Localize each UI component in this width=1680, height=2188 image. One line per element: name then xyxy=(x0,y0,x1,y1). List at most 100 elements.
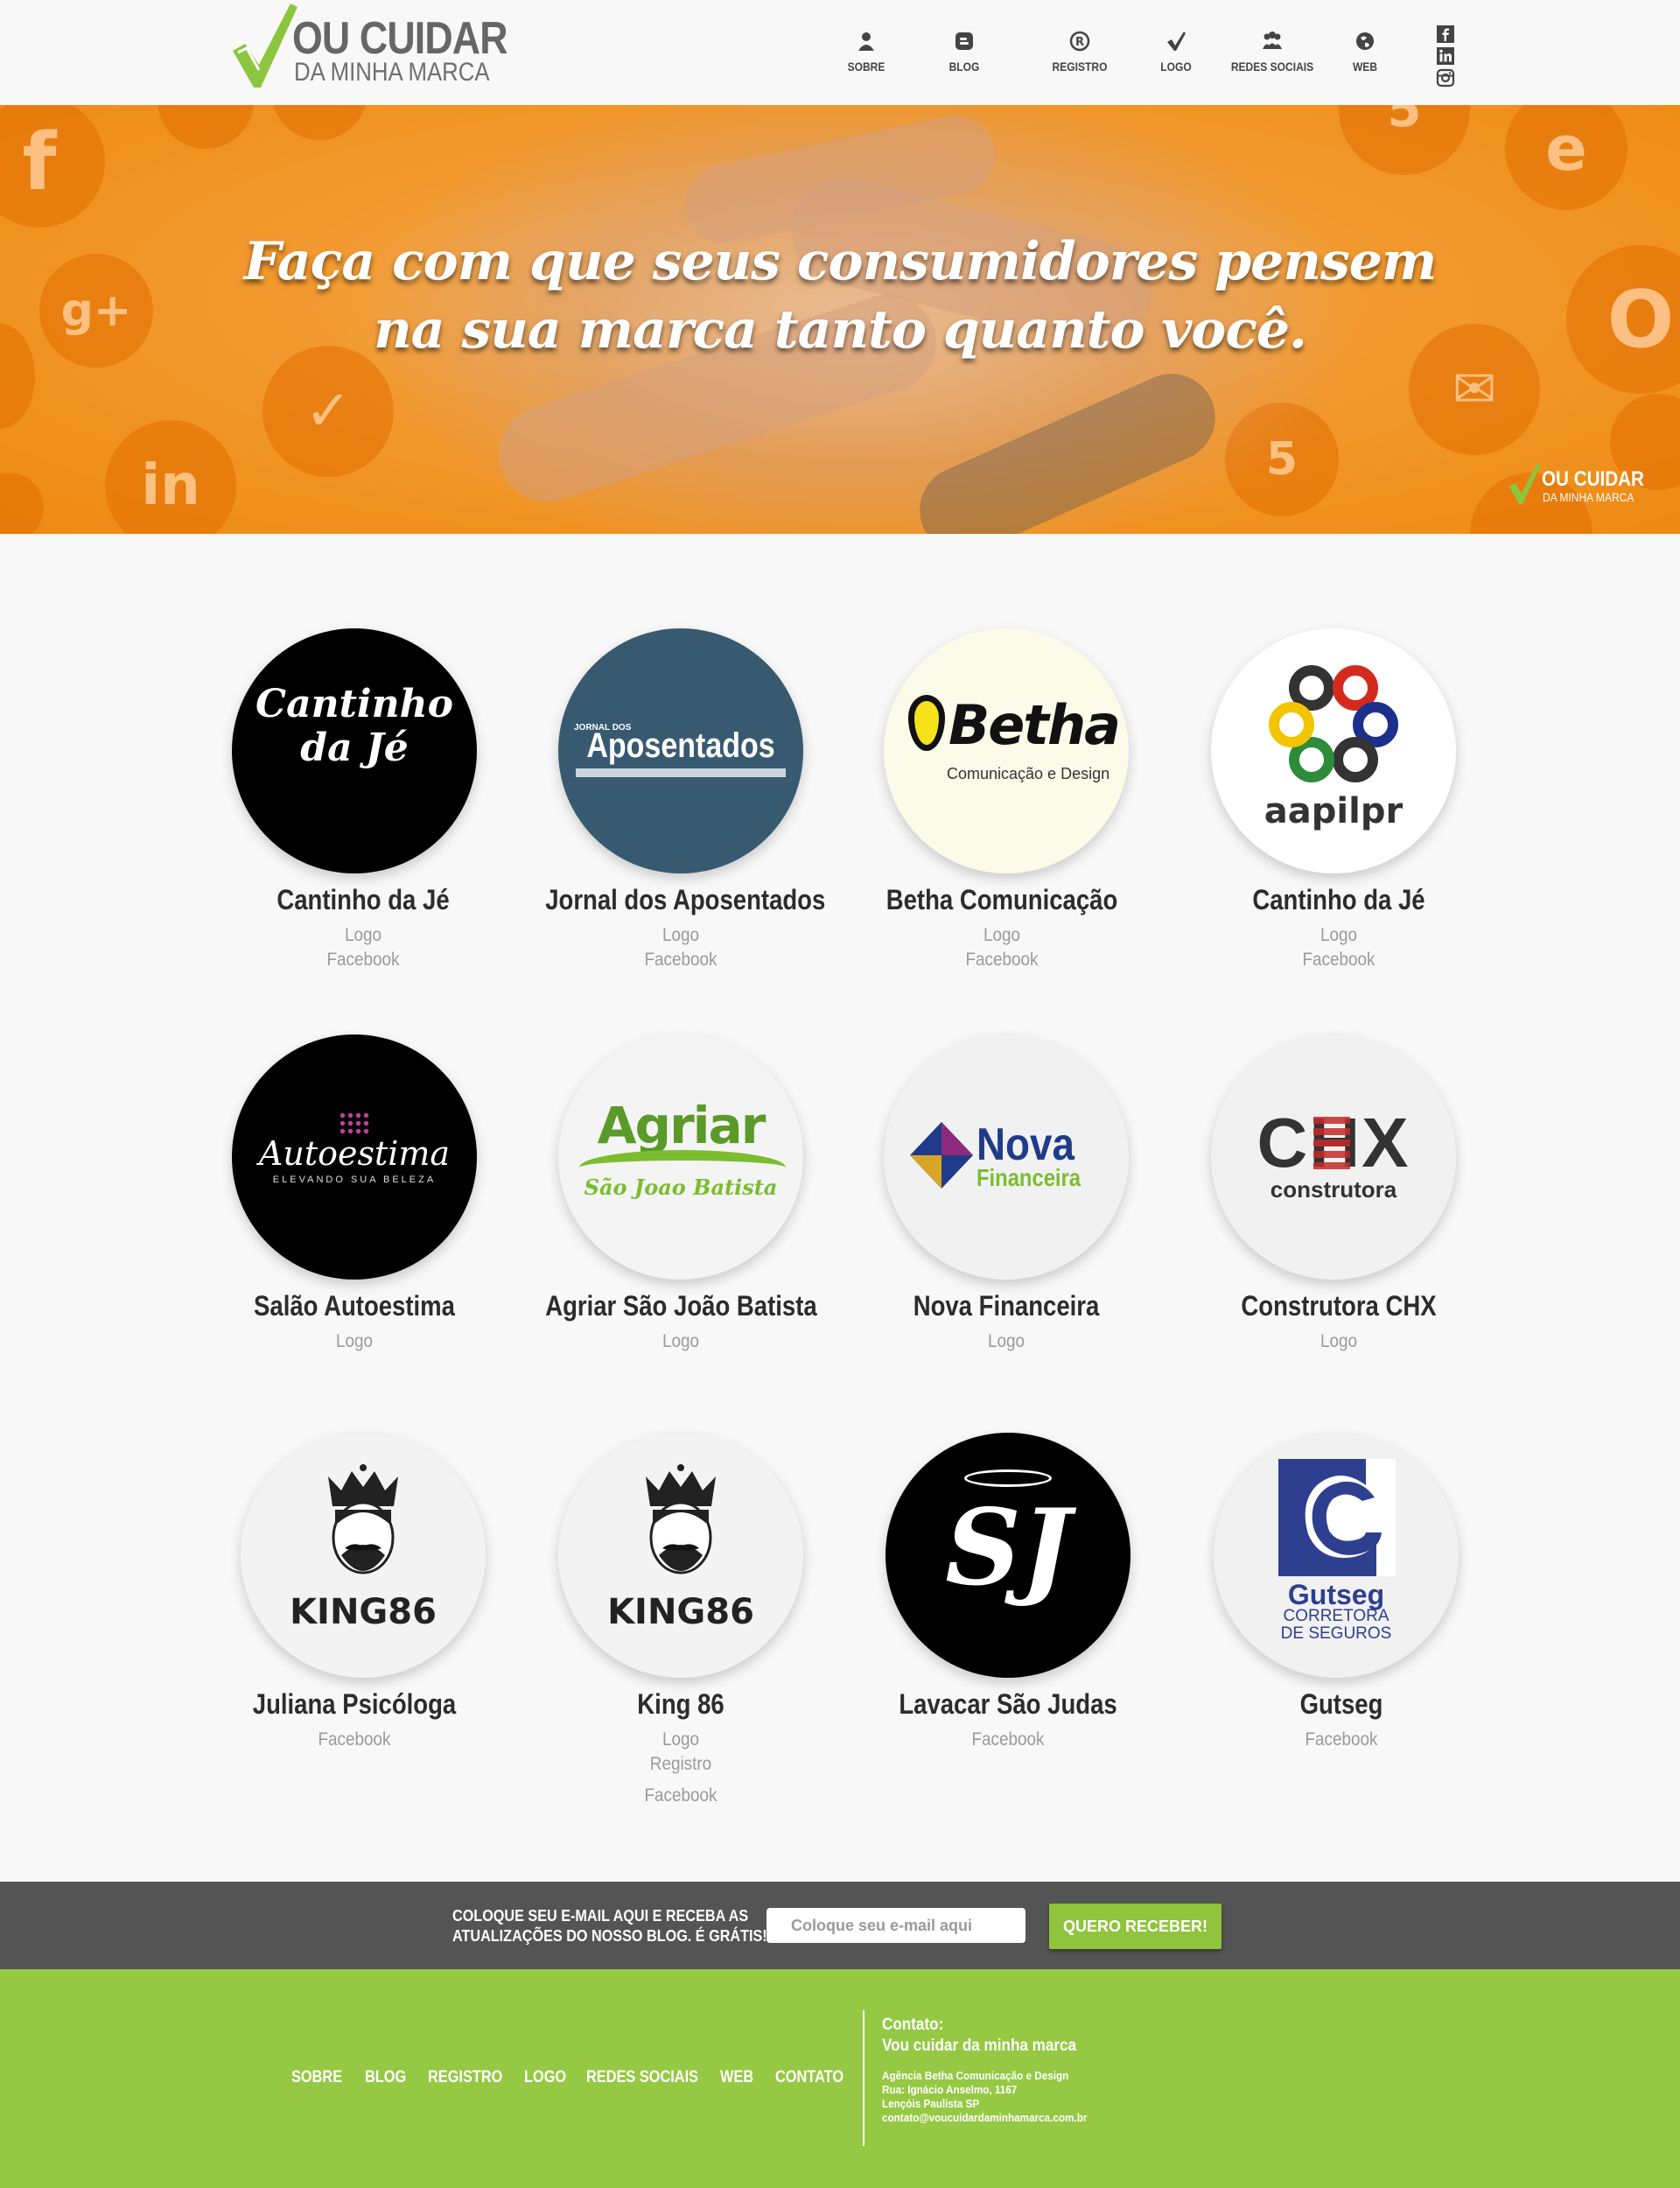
footer-link-blog[interactable]: BLOG xyxy=(365,2068,406,2087)
site-logo[interactable]: OU CUIDAR DA MINHA MARCA xyxy=(229,0,508,91)
logo-wordmark: Cantinho da Jé xyxy=(256,682,453,770)
card-link-facebook[interactable]: Facebook xyxy=(1200,1729,1483,1750)
blogger-icon xyxy=(956,32,973,50)
hero-headline-line2: na sua marca tanto quanto você. xyxy=(374,299,1307,361)
bubble-icon xyxy=(158,105,254,149)
logo-subtitle: São Joao Batista xyxy=(584,1175,778,1200)
logo-bar xyxy=(576,768,786,777)
card-title: Juliana Psicóloga xyxy=(252,1688,457,1720)
card-link-facebook[interactable]: Facebook xyxy=(539,950,822,971)
client-logo-sj[interactable]: SJ xyxy=(886,1433,1130,1678)
nav-label: WEB xyxy=(1352,60,1378,74)
nav-web[interactable]: WEB xyxy=(1339,30,1391,82)
king-icon xyxy=(646,1464,716,1574)
halo-icon xyxy=(964,1469,1052,1487)
linkedin-icon: in xyxy=(105,420,236,534)
card-link-facebook[interactable]: Facebook xyxy=(866,1729,1150,1750)
logo-subtitle: ELEVANDO SUA BELEZA xyxy=(272,1175,437,1185)
logo-wordmark: KING86 xyxy=(607,1592,754,1632)
pin-icon xyxy=(908,695,945,751)
card-title: Jornal dos Aposentados xyxy=(545,884,826,915)
card-link-logo[interactable]: Logo xyxy=(213,1331,496,1352)
logo-wordmark: Autoestima xyxy=(258,1134,451,1173)
hero-watermark-logo: OU CUIDAR DA MINHA MARCA xyxy=(1507,462,1647,506)
flower-icon xyxy=(1269,665,1398,782)
nav-sobre[interactable]: SOBRE xyxy=(831,30,901,82)
hero-headline-line1: Faça com que seus consumidores pensem xyxy=(243,231,1438,292)
logo-wordmark: Aposentados xyxy=(586,726,775,765)
footer-link-redes-sociais[interactable]: REDES SOCIAIS xyxy=(586,2068,698,2087)
card-title: Cantinho da Jé xyxy=(276,884,450,915)
contact-heading: Contato: xyxy=(882,2016,944,2034)
facebook-icon[interactable] xyxy=(1436,25,1455,44)
client-logo-autoestima[interactable]: Autoestima ELEVANDO SUA BELEZA xyxy=(232,1034,477,1280)
footer-link-registro[interactable]: REGISTRO xyxy=(428,2068,502,2087)
client-logo-agriar[interactable]: Agriar São Joao Batista xyxy=(558,1034,803,1280)
nav-logo[interactable]: LOGO xyxy=(1150,30,1202,82)
facebook-icon: f xyxy=(0,105,105,228)
card-link-logo[interactable]: Logo xyxy=(221,925,505,946)
card-link-logo[interactable]: Logo xyxy=(1197,1331,1480,1352)
globe-icon xyxy=(1356,32,1374,50)
bubble-icon xyxy=(271,105,368,140)
card-link-facebook[interactable]: Facebook xyxy=(539,1785,822,1806)
card-link-logo[interactable]: Logo xyxy=(1197,925,1480,946)
logo-wordmark: Gutseg xyxy=(1287,1579,1385,1610)
people-icon xyxy=(1263,32,1282,49)
newsletter-text-line1: COLOQUE SEU E-MAIL AQUI E RECEBA AS xyxy=(452,1907,749,1925)
card-link-logo[interactable]: Logo xyxy=(539,1331,822,1352)
card-link-logo[interactable]: Logo xyxy=(860,925,1144,946)
newsletter-submit-button[interactable]: QUERO RECEBER! xyxy=(1049,1904,1222,1949)
footer-link-sobre[interactable]: SOBRE xyxy=(291,2068,342,2087)
logo-text-line2: DA MINHA MARCA xyxy=(294,58,490,87)
newsletter-email-input[interactable] xyxy=(766,1908,1026,1943)
registered-icon: R xyxy=(1069,31,1090,52)
client-logo-chx[interactable]: CHX construtora xyxy=(1211,1034,1456,1280)
card-link-logo[interactable]: Logo xyxy=(539,925,822,946)
client-logo-aapilpr[interactable]: aapilpr xyxy=(1211,628,1456,873)
nav-registro[interactable]: R REGISTRO xyxy=(1036,30,1124,82)
client-logo-king86[interactable]: KING86 xyxy=(558,1433,803,1678)
contact-agency: Agência Betha Comunicação e Design xyxy=(882,2069,1069,2082)
client-logo-gutseg[interactable]: Gutseg CORRETORA DE SEGUROS xyxy=(1214,1433,1459,1678)
client-logo-nova[interactable]: Nova Financeira xyxy=(884,1034,1129,1280)
footer-link-logo[interactable]: LOGO xyxy=(524,2068,566,2087)
contact-name: Vou cuidar da minha marca xyxy=(882,2037,1077,2055)
card-link-logo[interactable]: Logo xyxy=(539,1729,822,1750)
footer-link-web[interactable]: WEB xyxy=(720,2068,753,2087)
contact-email[interactable]: contato@voucuidardaminhamarca.com.br xyxy=(882,2111,1150,2125)
king-icon xyxy=(328,1464,398,1574)
client-logo-betha[interactable]: Betha Comunicação e Design xyxy=(884,628,1129,873)
hero-headline: Faça com que seus consumidores pensem na… xyxy=(0,228,1680,364)
hero-logo-line2: DA MINHA MARCA xyxy=(1543,490,1634,504)
card-link-facebook[interactable]: Facebook xyxy=(860,950,1144,971)
footer-divider xyxy=(863,2010,864,2146)
logo-wordmark: Betha xyxy=(948,693,1121,757)
bubble-icon xyxy=(0,473,44,534)
nav-label: REDES SOCIAIS xyxy=(1230,60,1314,74)
card-title: Gutseg xyxy=(1299,1688,1383,1720)
ie-icon: e xyxy=(1505,105,1628,210)
card-link-facebook[interactable]: Facebook xyxy=(221,950,505,971)
client-logo-aposentados[interactable]: JORNAL DOS Aposentados xyxy=(558,628,803,873)
logo-text-line1: OU CUIDAR xyxy=(292,13,508,64)
card-link-registro[interactable]: Registro xyxy=(539,1754,822,1775)
linkedin-icon[interactable] xyxy=(1436,46,1455,66)
nav-redes-sociais[interactable]: REDES SOCIAIS xyxy=(1223,30,1321,82)
client-logo-cantinho[interactable]: Cantinho da Jé xyxy=(232,628,477,873)
contact-city: Lençóis Paulista SP xyxy=(882,2097,980,2110)
html5-icon: 5 xyxy=(1339,105,1470,175)
footer-link-contato[interactable]: CONTATO xyxy=(775,2068,844,2087)
nav-blog[interactable]: BLOG xyxy=(929,30,999,82)
newsletter-bar: COLOQUE SEU E-MAIL AQUI E RECEBA AS ATUA… xyxy=(0,1882,1680,1969)
card-link-facebook[interactable]: Facebook xyxy=(213,1729,496,1750)
site-header: OU CUIDAR DA MINHA MARCA SOBRE BLOG R RE… xyxy=(0,0,1680,105)
hero-banner: f g+ in ✓ 5 e O ✉ 5 Faça com que seus co… xyxy=(0,105,1680,534)
card-title: Betha Comunicação xyxy=(886,884,1118,915)
card-link-logo[interactable]: Logo xyxy=(864,1331,1148,1352)
client-logo-king86[interactable]: KING86 xyxy=(241,1433,486,1678)
instagram-icon[interactable] xyxy=(1436,68,1455,88)
card-link-facebook[interactable]: Facebook xyxy=(1197,950,1480,971)
card-title: Nova Financeira xyxy=(913,1290,1100,1322)
logo-wordmark: Agriar xyxy=(597,1096,766,1155)
